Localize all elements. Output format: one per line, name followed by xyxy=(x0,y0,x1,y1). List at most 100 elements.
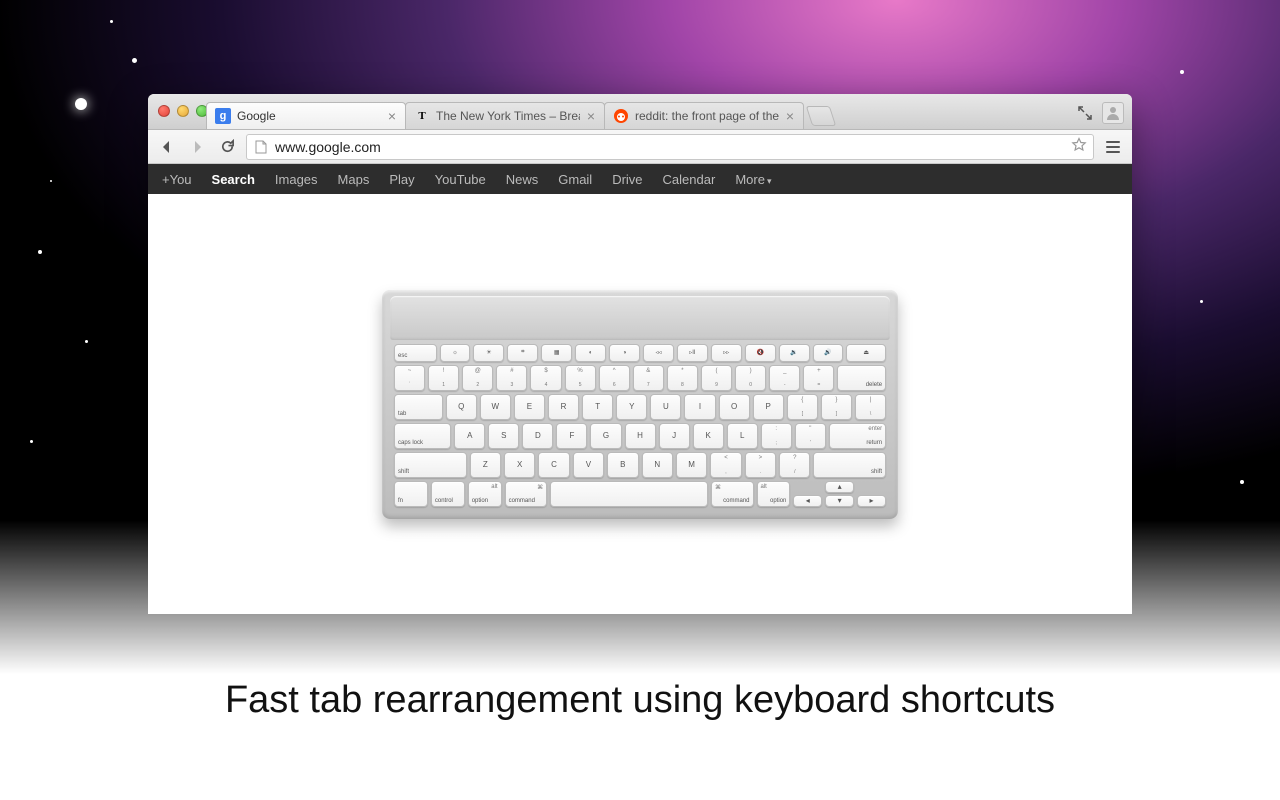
key-7: &7 xyxy=(633,365,664,391)
key-period: >. xyxy=(745,452,776,478)
key-arrow-up: ▴ xyxy=(825,481,854,493)
key-f2: ☀ xyxy=(473,344,504,362)
close-tab-icon[interactable]: × xyxy=(385,109,399,123)
key-arrow-left: ◂ xyxy=(793,495,822,507)
key-i: I xyxy=(684,394,715,420)
gbar-news[interactable]: News xyxy=(506,172,539,187)
star-decor xyxy=(1240,480,1244,484)
key-f8: ▹II xyxy=(677,344,708,362)
key-f5: ◐ xyxy=(575,344,606,362)
gbar-search[interactable]: Search xyxy=(212,172,255,187)
key-space xyxy=(550,481,708,507)
gbar-more[interactable]: More▾ xyxy=(735,172,771,187)
tab-title: reddit: the front page of the xyxy=(635,109,779,123)
key-r: R xyxy=(548,394,579,420)
gbar-calendar[interactable]: Calendar xyxy=(663,172,716,187)
keyboard-num-row: ~` !1 @2 #3 $4 %5 ^6 &7 *8 (9 )0 _- += d… xyxy=(394,365,886,391)
key-8: *8 xyxy=(667,365,698,391)
key-f1: ☼ xyxy=(440,344,471,362)
key-c: C xyxy=(538,452,569,478)
tab-google[interactable]: g Google × xyxy=(206,102,406,129)
key-5: %5 xyxy=(565,365,596,391)
key-k: K xyxy=(693,423,724,449)
star-decor xyxy=(75,98,87,110)
profile-avatar-button[interactable] xyxy=(1102,102,1124,124)
keyboard-bottom-row: fn control altoption ⌘command ⌘command a… xyxy=(394,481,886,507)
window-close-button[interactable] xyxy=(158,105,170,117)
gbar-gmail[interactable]: Gmail xyxy=(558,172,592,187)
forward-button[interactable] xyxy=(186,136,208,158)
gbar-you[interactable]: +You xyxy=(162,172,192,187)
google-nav-bar: +You Search Images Maps Play YouTube New… xyxy=(148,164,1132,194)
key-command-right: ⌘command xyxy=(711,481,754,507)
window-minimize-button[interactable] xyxy=(177,105,189,117)
key-lbracket: {[ xyxy=(787,394,818,420)
address-bar[interactable]: www.google.com xyxy=(246,134,1094,160)
key-f7: ◃◃ xyxy=(643,344,674,362)
key-f6: ◑ xyxy=(609,344,640,362)
google-favicon-icon: g xyxy=(215,108,231,124)
reload-button[interactable] xyxy=(216,136,238,158)
star-decor xyxy=(1180,70,1184,74)
key-n: N xyxy=(642,452,673,478)
key-h: H xyxy=(625,423,656,449)
key-u: U xyxy=(650,394,681,420)
url-text: www.google.com xyxy=(275,139,1071,155)
promo-caption: Fast tab rearrangement using keyboard sh… xyxy=(0,679,1280,722)
key-delete: delete xyxy=(837,365,886,391)
bookmark-star-icon[interactable] xyxy=(1071,137,1087,156)
nyt-favicon-icon: T xyxy=(414,108,430,124)
key-f12: 🔊 xyxy=(813,344,844,362)
keyboard-q-row: tab Q W E R T Y U I O P {[ }] |\ xyxy=(394,394,886,420)
key-shift-right: shift xyxy=(813,452,886,478)
key-a: A xyxy=(454,423,485,449)
key-e: E xyxy=(514,394,545,420)
key-m: M xyxy=(676,452,707,478)
key-fn: fn xyxy=(394,481,428,507)
key-eject: ⏏ xyxy=(846,344,886,362)
key-f: F xyxy=(556,423,587,449)
key-q: Q xyxy=(446,394,477,420)
gbar-youtube[interactable]: YouTube xyxy=(435,172,486,187)
key-4: $4 xyxy=(530,365,561,391)
key-0: )0 xyxy=(735,365,766,391)
gbar-play[interactable]: Play xyxy=(389,172,414,187)
gbar-drive[interactable]: Drive xyxy=(612,172,642,187)
new-tab-button[interactable] xyxy=(806,106,836,126)
gbar-images[interactable]: Images xyxy=(275,172,318,187)
chrome-menu-button[interactable] xyxy=(1102,136,1124,158)
key-f3: ⌗ xyxy=(507,344,538,362)
key-1: !1 xyxy=(428,365,459,391)
star-decor xyxy=(132,58,137,63)
key-t: T xyxy=(582,394,613,420)
key-l: L xyxy=(727,423,758,449)
back-button[interactable] xyxy=(156,136,178,158)
close-tab-icon[interactable]: × xyxy=(584,109,598,123)
key-slash: ?/ xyxy=(779,452,810,478)
star-decor xyxy=(110,20,113,23)
tab-nyt[interactable]: T The New York Times – Break × xyxy=(405,102,605,129)
fullscreen-icon[interactable] xyxy=(1078,106,1092,120)
key-semicolon: :; xyxy=(761,423,792,449)
key-quote: "' xyxy=(795,423,826,449)
key-f10: 🔇 xyxy=(745,344,776,362)
gbar-maps[interactable]: Maps xyxy=(338,172,370,187)
key-s: S xyxy=(488,423,519,449)
key-arrow-right: ▸ xyxy=(857,495,886,507)
star-decor xyxy=(50,180,52,182)
key-f9: ▹▹ xyxy=(711,344,742,362)
key-capslock: caps lock xyxy=(394,423,451,449)
key-option-left: altoption xyxy=(468,481,502,507)
key-d: D xyxy=(522,423,553,449)
close-tab-icon[interactable]: × xyxy=(783,109,797,123)
star-decor xyxy=(85,340,88,343)
window-controls xyxy=(158,105,208,117)
tab-title: Google xyxy=(237,109,381,123)
key-3: #3 xyxy=(496,365,527,391)
key-f11: 🔉 xyxy=(779,344,810,362)
keyboard-z-row: shift Z X C V B N M <, >. ?/ shift xyxy=(394,452,886,478)
tab-reddit[interactable]: reddit: the front page of the × xyxy=(604,102,804,129)
key-backtick: ~` xyxy=(394,365,425,391)
key-6: ^6 xyxy=(599,365,630,391)
key-v: V xyxy=(573,452,604,478)
